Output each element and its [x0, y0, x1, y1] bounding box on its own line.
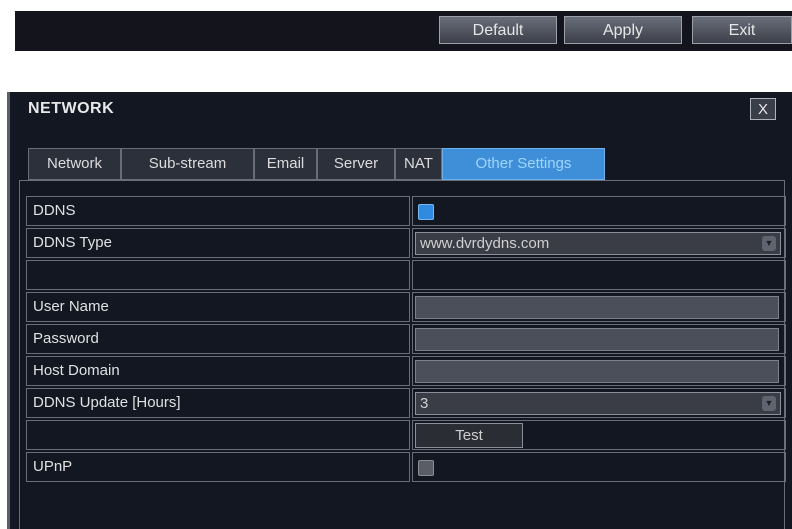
tab-sub-stream[interactable]: Sub-stream — [121, 148, 254, 180]
upnp-checkbox[interactable] — [418, 460, 434, 476]
password-row: Password — [26, 324, 786, 354]
tab-nat[interactable]: NAT — [395, 148, 442, 180]
ddns-update-cell: 3 ▼ — [412, 388, 786, 418]
ddns-value-cell — [412, 196, 786, 226]
ddns-update-select[interactable]: 3 ▼ — [415, 392, 781, 415]
test-cell: Test — [412, 420, 786, 450]
empty-row — [26, 260, 786, 290]
close-button[interactable]: X — [750, 98, 776, 120]
test-row-label — [26, 420, 410, 450]
chevron-down-icon[interactable]: ▼ — [762, 236, 776, 251]
apply-button[interactable]: Apply — [564, 16, 682, 44]
ddns-update-value: 3 — [420, 395, 429, 412]
upnp-label: UPnP — [26, 452, 410, 482]
exit-button[interactable]: Exit — [692, 16, 792, 44]
test-row: Test — [26, 420, 786, 450]
ddns-type-row: DDNS Type www.dvrdydns.com ▼ — [26, 228, 786, 258]
tab-server[interactable]: Server — [317, 148, 395, 180]
ddns-row: DDNS — [26, 196, 786, 226]
default-button[interactable]: Default — [439, 16, 557, 44]
ddns-type-label: DDNS Type — [26, 228, 410, 258]
host-domain-label: Host Domain — [26, 356, 410, 386]
settings-content: DDNS DDNS Type www.dvrdydns.com ▼ User N… — [19, 180, 786, 529]
ddns-update-label: DDNS Update [Hours] — [26, 388, 410, 418]
user-name-cell — [412, 292, 786, 322]
network-dialog: NETWORK X Network Sub-stream Email Serve… — [7, 92, 792, 529]
password-input[interactable] — [415, 328, 779, 351]
password-cell — [412, 324, 786, 354]
empty-value-cell — [412, 260, 786, 290]
host-domain-row: Host Domain — [26, 356, 786, 386]
ddns-checkbox[interactable] — [418, 204, 434, 220]
ddns-type-value: www.dvrdydns.com — [420, 235, 550, 252]
ddns-label: DDNS — [26, 196, 410, 226]
tab-network[interactable]: Network — [28, 148, 121, 180]
tab-other-settings[interactable]: Other Settings — [442, 148, 605, 180]
empty-label — [26, 260, 410, 290]
upnp-row: UPnP — [26, 452, 786, 482]
chevron-down-icon[interactable]: ▼ — [762, 396, 776, 411]
ddns-update-row: DDNS Update [Hours] 3 ▼ — [26, 388, 786, 418]
user-name-input[interactable] — [415, 296, 779, 319]
user-name-label: User Name — [26, 292, 410, 322]
password-label: Password — [26, 324, 410, 354]
tab-email[interactable]: Email — [254, 148, 317, 180]
dialog-title: NETWORK — [28, 100, 115, 117]
ddns-type-cell: www.dvrdydns.com ▼ — [412, 228, 786, 258]
top-toolbar: Default Apply Exit — [15, 11, 792, 51]
host-domain-cell — [412, 356, 786, 386]
test-button[interactable]: Test — [415, 423, 523, 448]
ddns-type-select[interactable]: www.dvrdydns.com ▼ — [415, 232, 781, 255]
user-name-row: User Name — [26, 292, 786, 322]
host-domain-input[interactable] — [415, 360, 779, 383]
upnp-cell — [412, 452, 786, 482]
